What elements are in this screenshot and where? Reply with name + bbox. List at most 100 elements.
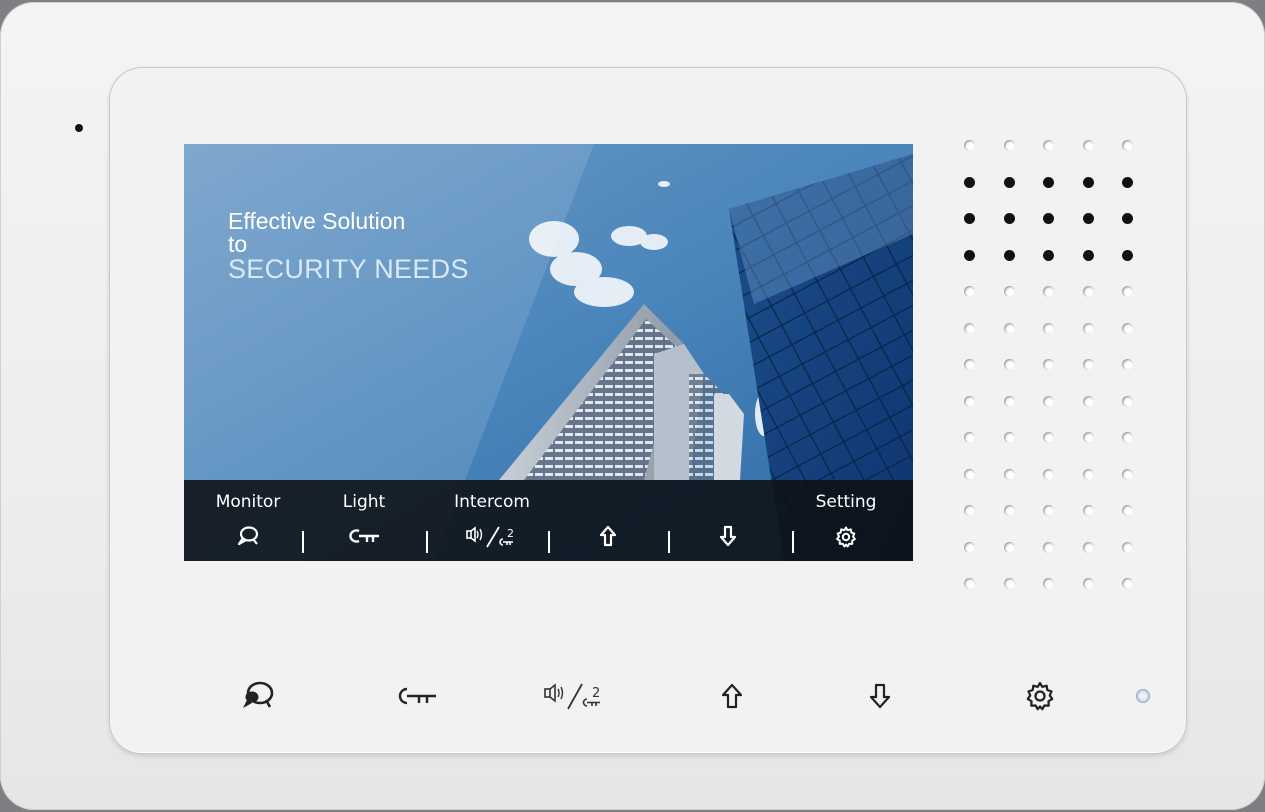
speaker-hole	[1122, 250, 1133, 261]
speaker-hole	[964, 177, 975, 188]
arrow-up-icon	[558, 525, 658, 549]
speaker-hole	[1083, 505, 1094, 516]
settings-button[interactable]	[1016, 674, 1064, 722]
speaker-hole	[1122, 432, 1133, 443]
speaker-hole	[1004, 396, 1015, 407]
speaker-hole	[1004, 286, 1015, 297]
speaker-hole	[1004, 177, 1015, 188]
speaker-hole	[1122, 469, 1133, 480]
status-led	[1137, 690, 1149, 702]
speaker-hole	[1043, 177, 1054, 188]
intercom-monitor-device: Effective Solution to SECURITY NEEDS Mon…	[0, 2, 1265, 810]
speaker-hole	[964, 286, 975, 297]
up-button[interactable]	[708, 674, 756, 722]
speaker-hole	[1004, 323, 1015, 334]
key-icon	[392, 682, 440, 714]
arrow-up-icon	[721, 682, 743, 714]
speaker-hole	[1083, 578, 1094, 589]
speaker-hole	[1043, 286, 1054, 297]
intercom-icon: 2	[542, 681, 606, 715]
speaker-hole	[964, 323, 975, 334]
speaker-hole	[1043, 469, 1054, 480]
speaker-hole	[1004, 359, 1015, 370]
speaker-hole	[1004, 505, 1015, 516]
display-screen: Effective Solution to SECURITY NEEDS Mon…	[184, 144, 913, 561]
speaker-hole	[1122, 213, 1133, 224]
intercom-icon-digit: 2	[592, 686, 600, 701]
speaker-hole	[1004, 432, 1015, 443]
speaker-hole	[1083, 323, 1094, 334]
speaker-hole	[1004, 213, 1015, 224]
intercom-button[interactable]: 2	[540, 674, 608, 722]
gear-icon	[1024, 680, 1056, 716]
softkey-separator	[426, 531, 428, 553]
intercom-icon: 2	[434, 525, 550, 549]
monitor-button[interactable]	[233, 674, 281, 722]
speaker-hole	[1083, 140, 1094, 151]
speaker-hole	[964, 250, 975, 261]
softkey-label: Intercom	[454, 492, 530, 512]
speaker-hole	[1004, 250, 1015, 261]
softkey-label: Light	[342, 492, 386, 512]
monitor-icon	[237, 679, 277, 717]
speaker-hole	[1004, 469, 1015, 480]
unlock-button[interactable]	[392, 674, 440, 722]
key-icon	[314, 525, 414, 549]
speaker-hole	[964, 396, 975, 407]
speaker-hole	[1083, 286, 1094, 297]
speaker-hole	[964, 505, 975, 516]
speaker-hole	[964, 432, 975, 443]
speaker-hole	[1083, 469, 1094, 480]
speaker-hole	[1043, 213, 1054, 224]
softkey-label: Setting	[815, 492, 877, 512]
softkey-light[interactable]: Light	[314, 480, 414, 561]
speaker-hole	[1122, 140, 1133, 151]
speaker-hole	[1122, 323, 1133, 334]
softkey-separator	[548, 531, 550, 553]
speaker-hole	[1083, 359, 1094, 370]
headline-line-1: Effective Solution	[228, 208, 406, 234]
speaker-hole	[1043, 323, 1054, 334]
speaker-hole	[1122, 286, 1133, 297]
speaker-hole	[1043, 359, 1054, 370]
speaker-hole	[1122, 177, 1133, 188]
speaker-hole	[964, 213, 975, 224]
softkey-intercom[interactable]: Intercom 2	[434, 480, 550, 561]
speaker-hole	[1043, 432, 1054, 443]
speaker-hole	[964, 359, 975, 370]
speaker-hole	[1004, 140, 1015, 151]
speaker-hole	[1122, 578, 1133, 589]
softkey-down[interactable]	[678, 480, 778, 561]
speaker-hole	[1122, 359, 1133, 370]
speaker-hole	[964, 542, 975, 553]
gear-icon	[796, 525, 896, 549]
softkey-label: Monitor	[215, 492, 281, 512]
softkey-separator	[668, 531, 670, 553]
speaker-hole	[1043, 396, 1054, 407]
arrow-down-icon	[869, 682, 891, 714]
wallpaper-headline: Effective Solution to SECURITY NEEDS	[228, 208, 469, 284]
speaker-hole	[1083, 542, 1094, 553]
monitor-icon	[198, 525, 298, 549]
down-button[interactable]	[856, 674, 904, 722]
softkey-monitor[interactable]: Monitor	[198, 480, 298, 561]
softkey-bar: Monitor Light Intercom 2 Setting	[184, 480, 913, 561]
speaker-hole	[1043, 578, 1054, 589]
speaker-hole	[964, 578, 975, 589]
softkey-setting[interactable]: Setting	[796, 480, 896, 561]
intercom-icon-digit: 2	[507, 527, 514, 540]
speaker-hole	[1004, 578, 1015, 589]
speaker-hole	[1043, 250, 1054, 261]
speaker-hole	[964, 469, 975, 480]
speaker-hole	[1043, 140, 1054, 151]
headline-line-2: to	[228, 231, 248, 257]
softkey-up[interactable]	[558, 480, 658, 561]
softkey-separator	[302, 531, 304, 553]
headline-line-3: SECURITY NEEDS	[228, 254, 469, 284]
speaker-hole	[1083, 213, 1094, 224]
softkey-separator	[792, 531, 794, 553]
speaker-hole	[1043, 505, 1054, 516]
speaker-hole	[1083, 250, 1094, 261]
speaker-hole	[1004, 542, 1015, 553]
speaker-hole	[1083, 396, 1094, 407]
